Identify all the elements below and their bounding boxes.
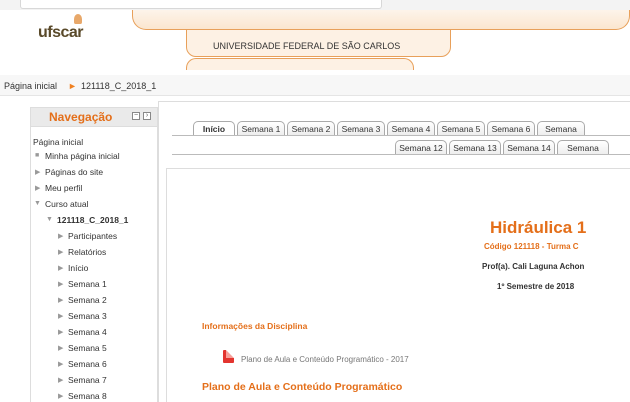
expand-icon[interactable]: ▶ [58, 392, 63, 400]
nav-item-week-2[interactable]: Semana 2 [68, 295, 107, 305]
course-title: Hidráulica 1 [490, 218, 587, 237]
nav-item-home[interactable]: Página inicial [33, 137, 83, 147]
ufscar-logo[interactable]: ufscar [38, 14, 84, 42]
address-bar[interactable] [20, 0, 382, 9]
nav-item-week-3[interactable]: Semana 3 [68, 311, 107, 321]
expand-icon[interactable]: ▶ [58, 264, 63, 272]
nav-item-week-1[interactable]: Semana 1 [68, 279, 107, 289]
tab-divider [172, 154, 630, 155]
tab-week-13[interactable]: Semana 13 [449, 140, 501, 154]
tab-inicio[interactable]: Início [193, 121, 235, 135]
expand-icon[interactable]: ▶ [58, 376, 63, 384]
tab-week-12[interactable]: Semana 12 [395, 140, 447, 154]
expand-icon[interactable]: ▶ [58, 296, 63, 304]
expand-icon[interactable]: ▶ [35, 168, 40, 176]
expand-icon[interactable]: ▶ [58, 280, 63, 288]
section-heading-info: Informações da Disciplina [202, 321, 308, 331]
expand-icon[interactable]: ▶ [58, 328, 63, 336]
pdf-link[interactable]: Plano de Aula e Conteúdo Programático - … [241, 355, 409, 364]
tab-week-14[interactable]: Semana 14 [503, 140, 555, 154]
nav-item-course[interactable]: 121118_C_2018_1 [57, 215, 128, 225]
nav-item-week-4[interactable]: Semana 4 [68, 327, 107, 337]
nav-item-site-pages[interactable]: Páginas do site [45, 167, 103, 177]
breadcrumb: Página inicial ► 121118_C_2018_1 [0, 75, 630, 96]
course-semester: 1º Semestre de 2018 [497, 282, 575, 291]
tab-week-more[interactable]: Semana [537, 121, 585, 135]
tab-week-more-2[interactable]: Semana [557, 140, 609, 154]
expand-icon[interactable]: ▶ [58, 312, 63, 320]
header-band-lower [186, 58, 414, 70]
expand-icon[interactable]: ▶ [58, 360, 63, 368]
flame-icon [74, 14, 82, 24]
nav-item-start[interactable]: Início [68, 263, 88, 273]
collapse-arrow-icon[interactable]: ▼ [46, 216, 53, 223]
header-band [132, 10, 630, 30]
breadcrumb-separator-icon: ► [68, 81, 77, 91]
nav-item-participants[interactable]: Participantes [68, 231, 117, 241]
nav-item-profile[interactable]: Meu perfil [45, 183, 82, 193]
tab-week-4[interactable]: Semana 4 [387, 121, 435, 135]
expand-icon[interactable]: ▶ [58, 232, 63, 240]
tab-divider [172, 135, 630, 136]
tab-week-1[interactable]: Semana 1 [237, 121, 285, 135]
nav-item-reports[interactable]: Relatórios [68, 247, 106, 257]
course-professor: Prof(a). Cali Laguna Achon [482, 262, 585, 271]
nav-item-my-home[interactable]: Minha página inicial [45, 151, 120, 161]
nav-item-week-5[interactable]: Semana 5 [68, 343, 107, 353]
breadcrumb-course[interactable]: 121118_C_2018_1 [81, 81, 156, 91]
tab-week-3[interactable]: Semana 3 [337, 121, 385, 135]
section-heading-plan: Plano de Aula e Conteúdo Programático [202, 381, 403, 393]
navigation-list: Página inicial ■ Minha página inicial ▶ … [30, 107, 156, 401]
course-code: Código 121118 - Turma C [484, 242, 579, 251]
nav-item-current-course[interactable]: Curso atual [45, 199, 88, 209]
expand-icon[interactable]: ▶ [58, 248, 63, 256]
university-name: UNIVERSIDADE FEDERAL DE SÃO CARLOS [186, 29, 451, 57]
breadcrumb-home[interactable]: Página inicial [4, 81, 57, 91]
collapse-arrow-icon[interactable]: ▼ [34, 200, 41, 207]
nav-item-week-7[interactable]: Semana 7 [68, 375, 107, 385]
tab-week-6[interactable]: Semana 6 [487, 121, 535, 135]
tab-week-5[interactable]: Semana 5 [437, 121, 485, 135]
nav-item-week-8[interactable]: Semana 8 [68, 391, 107, 401]
nav-item-week-6[interactable]: Semana 6 [68, 359, 107, 369]
pdf-icon[interactable] [223, 350, 234, 363]
expand-icon[interactable]: ▶ [35, 184, 40, 192]
tab-week-2[interactable]: Semana 2 [287, 121, 335, 135]
bullet-icon: ■ [35, 152, 40, 159]
expand-icon[interactable]: ▶ [58, 344, 63, 352]
